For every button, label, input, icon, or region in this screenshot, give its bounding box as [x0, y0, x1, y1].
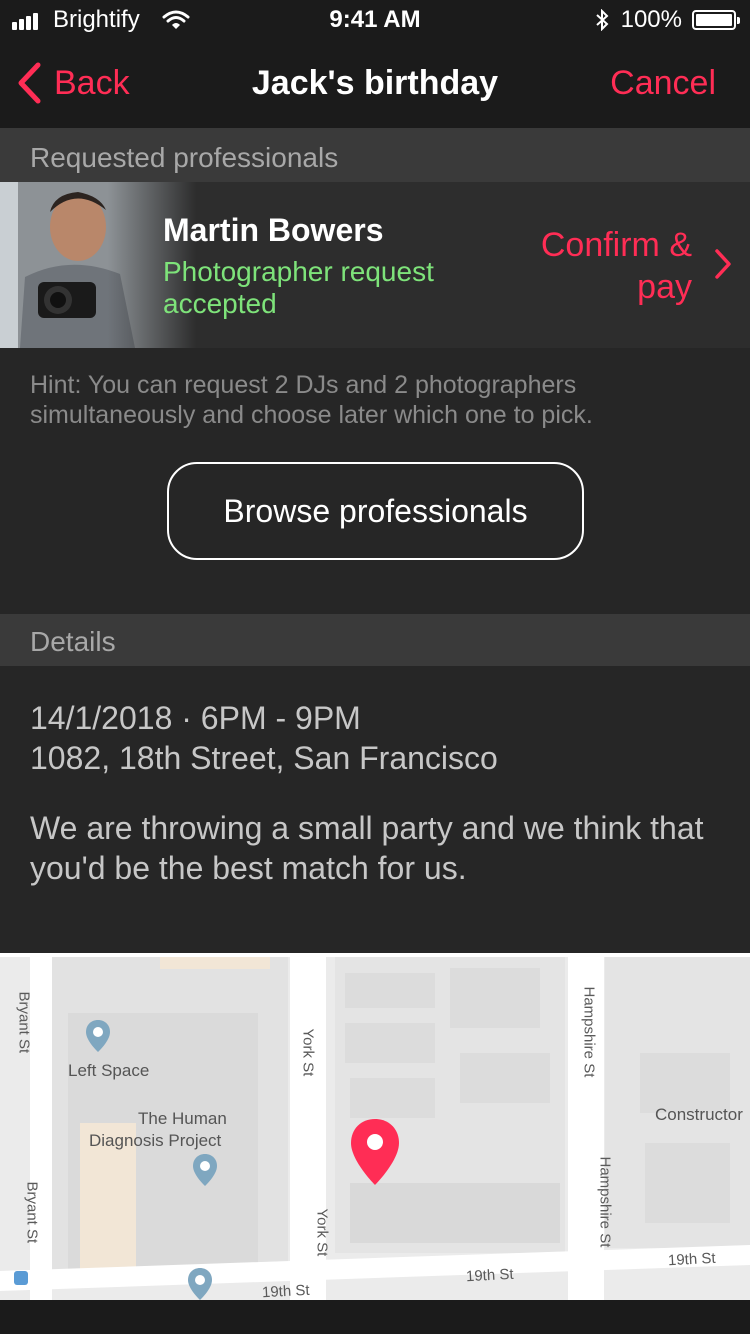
location-map[interactable]: Left Space The Human Diagnosis Project C… [0, 953, 750, 1300]
map-label-bryant-2: Bryant St [23, 1181, 41, 1244]
map-label-19th-2: 19th St [465, 1265, 514, 1286]
details-header: Details [0, 614, 750, 666]
map-label-hampshire-2: Hampshire St [596, 1156, 614, 1248]
poi-pin-icon [193, 1154, 217, 1186]
map-label-human-dx-2: Diagnosis Project [89, 1131, 222, 1150]
professional-name: Martin Bowers [163, 212, 384, 248]
event-datetime: 14/1/2018 · 6PM - 9PM [30, 700, 361, 736]
location-pin-icon [351, 1119, 399, 1185]
bluetooth-icon [596, 9, 609, 31]
status-bar: Brightify 9:41 AM 100% [0, 0, 750, 40]
transit-icon [14, 1271, 28, 1285]
map-label-human-dx-1: The Human [138, 1109, 227, 1128]
map-label-hampshire-1: Hampshire St [580, 986, 598, 1078]
battery-icon [692, 10, 740, 30]
hint-text: Hint: You can request 2 DJs and 2 photog… [30, 371, 593, 429]
map-label-york-2: York St [313, 1208, 331, 1257]
request-status: Photographer request accepted [163, 256, 434, 319]
navigation-bar: Back Jack's birthday Cancel [0, 40, 750, 130]
map-label-bryant-1: Bryant St [15, 991, 33, 1054]
event-description: We are throwing a small party and we thi… [30, 810, 704, 886]
confirm-pay-button[interactable]: Confirm & pay [492, 224, 692, 308]
requested-professionals-header: Requested professionals [0, 130, 750, 182]
chevron-right-icon[interactable] [714, 248, 732, 280]
cancel-button[interactable]: Cancel [610, 64, 716, 103]
battery-percent: 100% [620, 6, 682, 33]
poi-pin-icon [86, 1020, 110, 1052]
map-label-left-space: Left Space [68, 1061, 150, 1080]
poi-pin-icon [188, 1268, 212, 1300]
professional-row[interactable]: Martin Bowers Photographer request accep… [0, 182, 750, 348]
map-label-19th-1: 19th St [261, 1281, 310, 1300]
map-label-york-1: York St [299, 1028, 317, 1077]
event-address: 1082, 18th Street, San Francisco [30, 740, 498, 776]
browse-professionals-button[interactable]: Browse professionals [167, 462, 584, 560]
map-label-19th-3: 19th St [667, 1249, 716, 1270]
bottom-bar [0, 1300, 750, 1334]
map-label-constructor: Constructor [655, 1105, 743, 1124]
